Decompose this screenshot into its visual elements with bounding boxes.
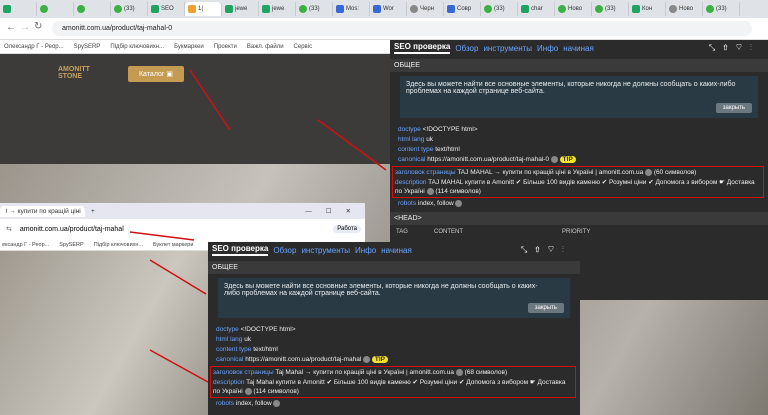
- arrow-to-highlight2: [149, 349, 209, 383]
- arrow-to-panel1: [317, 119, 387, 171]
- annotation-arrows: [129, 69, 387, 383]
- arrow-url2: [129, 231, 195, 241]
- arrow-url1: [189, 69, 231, 131]
- arrow-to-panel2: [149, 259, 207, 295]
